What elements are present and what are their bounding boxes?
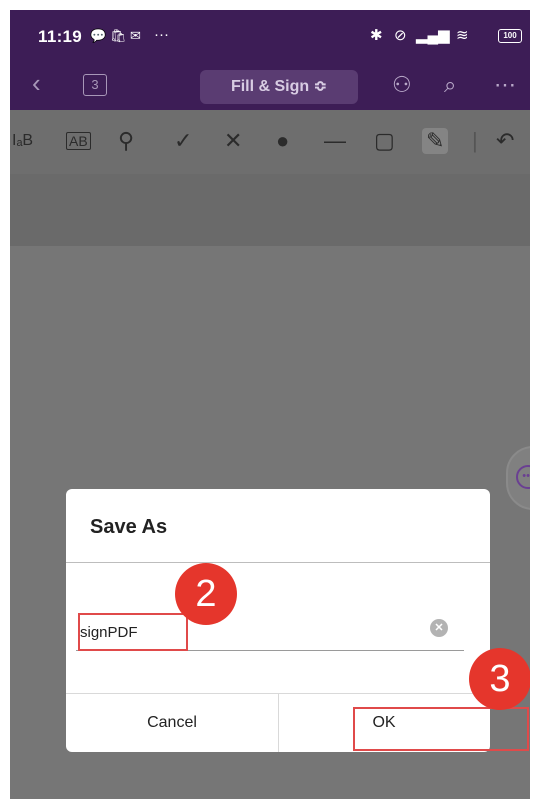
- clear-input-icon[interactable]: ✕: [430, 619, 448, 637]
- search-icon[interactable]: ⌕: [444, 72, 456, 98]
- top-navigation-bar: ‹ 3 Fill & Sign ≎ ⚇ ⌕ ⋯: [10, 60, 530, 110]
- status-bar: 11:19 💬 🛍 ✉ ··· ✱ ⊘ ▂▄▆ ≋ 100: [10, 10, 530, 60]
- rectangle-tool-icon[interactable]: ▢: [374, 128, 395, 154]
- battery-icon: 100: [498, 29, 522, 43]
- back-icon[interactable]: ‹: [32, 68, 41, 99]
- shop-icon: 🛍: [110, 28, 127, 43]
- checkmark-tool-icon[interactable]: ✓: [174, 128, 192, 154]
- assistant-icon: •••: [516, 465, 530, 489]
- toolbar-separator: |: [472, 128, 478, 153]
- bluetooth-icon: ✱: [370, 27, 383, 44]
- save-as-dialog: Save As ✕ Cancel OK: [66, 489, 529, 752]
- undo-icon[interactable]: ↶: [496, 128, 514, 154]
- step-3-marker: 3: [469, 648, 530, 710]
- status-time: 11:19: [38, 27, 83, 46]
- app-screen: 11:19 💬 🛍 ✉ ··· ✱ ⊘ ▂▄▆ ≋ 100 ‹ 3 Fill &…: [10, 10, 530, 799]
- dialog-title-divider: [66, 562, 490, 563]
- more-notifications-icon: ···: [154, 26, 169, 43]
- fill-sign-mode-dropdown[interactable]: Fill & Sign ≎: [200, 70, 358, 104]
- page-count-badge[interactable]: 3: [83, 74, 107, 96]
- signal-icon: ▂▄▆: [416, 27, 450, 44]
- text-box-tool[interactable]: AB: [66, 132, 91, 150]
- step-2-marker: 2: [175, 563, 237, 625]
- mail-icon: ✉: [130, 28, 141, 43]
- ok-highlight-box: [353, 707, 529, 751]
- input-highlight-box: [78, 613, 188, 651]
- more-menu-icon[interactable]: ⋯: [494, 72, 516, 98]
- cancel-button[interactable]: Cancel: [66, 694, 278, 752]
- chat-icon: 💬: [90, 28, 107, 43]
- text-field-tool[interactable]: IₐB: [12, 132, 33, 150]
- annotation-toolbar: IₐB AB ⚲ ✓ ✕ ● — ▢ ✎ | ↶: [10, 110, 530, 174]
- signature-tool-icon[interactable]: ✎: [422, 128, 449, 154]
- cross-tool-icon[interactable]: ✕: [224, 128, 242, 154]
- dot-tool-icon[interactable]: ●: [276, 128, 289, 154]
- line-tool-icon[interactable]: —: [324, 128, 346, 154]
- add-person-icon[interactable]: ⚇: [392, 72, 412, 98]
- dialog-title: Save As: [90, 516, 168, 538]
- wifi-icon: ≋: [456, 27, 469, 44]
- initials-tool-icon[interactable]: ⚲: [118, 128, 134, 154]
- vibrate-off-icon: ⊘: [394, 27, 407, 44]
- floating-assistant-handle[interactable]: •••: [506, 446, 530, 510]
- document-header-area: [10, 174, 530, 246]
